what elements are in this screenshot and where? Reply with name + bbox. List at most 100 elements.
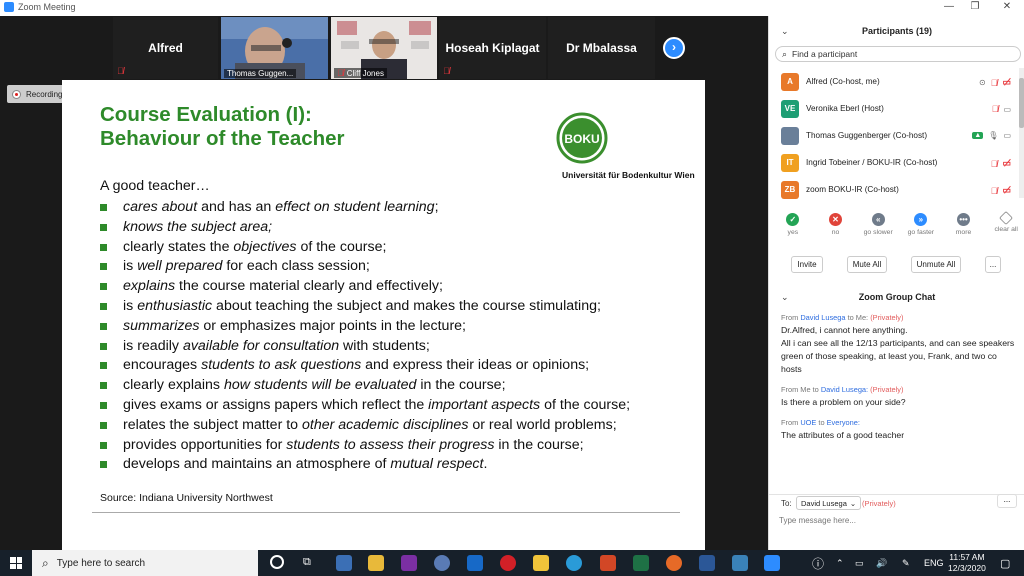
participant-row[interactable]: IT Ingrid Tobeiner / BOKU-IR (Co-host) 🎙… <box>769 149 1019 176</box>
chat-message-input[interactable]: Type message here... <box>779 516 1015 532</box>
r-app-icon[interactable] <box>434 555 450 571</box>
chevron-up-icon[interactable]: ⌃ <box>836 550 844 576</box>
more-options-button[interactable]: ... <box>985 256 1001 273</box>
bullet-text: clearly explains how students will be ev… <box>123 376 506 396</box>
recipient-dropdown[interactable]: David Lusega ⌄ <box>796 496 862 510</box>
file-explorer-icon[interactable] <box>336 555 352 571</box>
recipient-name[interactable]: Everyone: <box>827 418 860 427</box>
participant-name: Hoseah Kiplagat <box>445 41 540 55</box>
invite-button[interactable]: Invite <box>791 256 823 273</box>
video-off-icon[interactable]: ▭̸ <box>1002 185 1011 196</box>
video-tile-mbalassa[interactable]: Dr Mbalassa <box>548 17 655 79</box>
onenote-icon[interactable] <box>401 555 417 571</box>
video-tile-hoseah[interactable]: Hoseah Kiplagat 🎙̸ <box>439 17 546 79</box>
reaction-more[interactable]: ••• more <box>945 213 983 236</box>
mic-icon[interactable]: 🎙 <box>988 131 998 140</box>
muted-mic-icon[interactable]: 🎙̸ <box>991 186 998 196</box>
taskbar-search-input[interactable]: ⌕ Type here to search <box>32 550 258 576</box>
folder-icon[interactable] <box>533 555 549 571</box>
slide-bullet: provides opportunities for students to a… <box>100 436 700 456</box>
participant-caption: 🎙̸ Cliff Jones <box>334 68 387 78</box>
emphasis-text: other academic disciplines <box>302 416 469 433</box>
participant-row[interactable]: ZB zoom BOKU-IR (Co-host) 🎙̸ ▭̸ <box>769 176 1019 203</box>
bullet-text-segment: the course material clearly and effectiv… <box>175 278 443 295</box>
minimize-button[interactable]: — <box>938 1 960 15</box>
cortana-icon[interactable] <box>270 555 284 569</box>
volume-icon[interactable]: 🔊 <box>876 550 887 576</box>
window-title: Zoom Meeting <box>18 2 76 12</box>
zoom-taskbar-icon[interactable] <box>764 555 780 571</box>
maximize-button[interactable]: ❐ <box>964 1 986 15</box>
video-off-icon[interactable]: ▭̸ <box>1002 77 1011 88</box>
language-indicator[interactable]: ENG <box>924 550 944 576</box>
clock-date: 12/3/2020 <box>948 563 986 573</box>
firefox-icon[interactable] <box>666 555 682 571</box>
sender-name[interactable]: David Lusega: <box>821 385 868 394</box>
sender-name[interactable]: UOE <box>800 418 816 427</box>
edge-icon[interactable] <box>566 555 582 571</box>
boku-logo: BOKU <box>556 112 608 164</box>
chat-more-button[interactable]: ... <box>997 494 1017 508</box>
windows-start-icon[interactable] <box>10 557 22 569</box>
reaction-yes[interactable]: ✓ yes <box>774 213 812 236</box>
help-icon[interactable]: ⓘ <box>812 550 824 576</box>
notifications-icon[interactable]: ▢ <box>1000 550 1010 576</box>
muted-mic-icon[interactable]: 🎙̸ <box>991 78 998 88</box>
meta-from: From <box>781 418 799 427</box>
close-button[interactable]: ✕ <box>996 1 1018 15</box>
avatar-initials: A <box>787 77 793 86</box>
reaction-no[interactable]: ✕ no <box>817 213 855 236</box>
screen-share-icon: ▲ <box>972 132 984 139</box>
video-strip: Alfred 🎙̸ Thomas Guggen... 🎙̸ Cliff Jone… <box>0 16 768 80</box>
powerpoint-icon[interactable] <box>600 555 616 571</box>
reaction-label: no <box>831 229 840 236</box>
participant-row[interactable]: VE Veronika Eberl (Host) 🎙̸ ▭ <box>769 95 1019 122</box>
video-icon[interactable]: ▭ <box>1003 131 1011 140</box>
participants-scrollbar[interactable] <box>1019 68 1024 198</box>
muted-mic-icon: 🎙̸ <box>443 66 450 76</box>
bullet-text-segment: or emphasizes major points in the lectur… <box>199 317 467 334</box>
bullet-text: is readily available for consultation wi… <box>123 337 430 357</box>
bullet-text-segment: for each class session; <box>222 258 370 275</box>
participant-row[interactable]: Thomas Guggenberger (Co-host) ▲ 🎙 ▭ <box>769 122 1019 149</box>
chevron-right-icon[interactable]: › <box>663 37 685 59</box>
word-icon[interactable] <box>699 555 715 571</box>
reaction-clear-all[interactable]: clear all <box>987 210 1024 236</box>
participant-row[interactable]: A Alfred (Co-host, me) ⊙ 🎙̸ ▭̸ <box>769 68 1019 95</box>
shared-slide: Course Evaluation (I): Behaviour of the T… <box>62 80 705 550</box>
emphasis-text: well prepared <box>137 258 223 275</box>
muted-mic-icon[interactable]: 🎙̸ <box>991 159 998 169</box>
opera-icon[interactable] <box>500 555 516 571</box>
reaction-go-slower[interactable]: « go slower <box>859 213 897 236</box>
excel-icon[interactable] <box>633 555 649 571</box>
video-tile-thomas[interactable]: Thomas Guggen... <box>221 17 328 79</box>
sender-name[interactable]: David Lusega <box>800 313 845 322</box>
to-label: To: <box>781 499 792 508</box>
meta-from: From <box>781 313 799 322</box>
video-off-icon[interactable]: ▭̸ <box>1002 158 1011 169</box>
video-tile-cliff[interactable]: 🎙̸ Cliff Jones <box>331 17 437 79</box>
bullet-text: encourages students to ask questions and… <box>123 356 589 376</box>
clock[interactable]: 11:57 AM 12/3/2020 <box>948 550 986 576</box>
bullet-text-segment: with students; <box>339 337 430 354</box>
reaction-label: go slower <box>863 229 893 236</box>
battery-icon[interactable]: ▭ <box>855 550 864 576</box>
photos-icon[interactable] <box>732 555 748 571</box>
muted-mic-icon[interactable]: 🎙̸ <box>992 104 999 114</box>
mute-all-button[interactable]: Mute All <box>847 256 887 273</box>
bullet-marker-icon <box>100 223 107 231</box>
video-tile-alfred[interactable]: Alfred 🎙̸ <box>113 17 218 79</box>
bullet-text-segment: encourages <box>123 357 202 374</box>
network-icon[interactable]: ✎ <box>902 550 910 576</box>
reaction-go-faster[interactable]: » go faster <box>902 213 940 236</box>
outlook-icon[interactable] <box>467 555 483 571</box>
slide-bullet: clearly explains how students will be ev… <box>100 376 700 396</box>
message-meta: From Me to David Lusega: (Privately) <box>781 385 1017 394</box>
bullet-marker-icon <box>100 283 107 291</box>
find-participant-input[interactable]: ⌕ Find a participant <box>775 46 1021 62</box>
store-icon[interactable] <box>368 555 384 571</box>
task-view-icon[interactable]: ⧉ <box>303 556 311 569</box>
chat-message: From Me to David Lusega: (Privately) Is … <box>781 385 1017 409</box>
video-icon[interactable]: ▭ <box>1003 105 1011 114</box>
unmute-all-button[interactable]: Unmute All <box>911 256 961 273</box>
